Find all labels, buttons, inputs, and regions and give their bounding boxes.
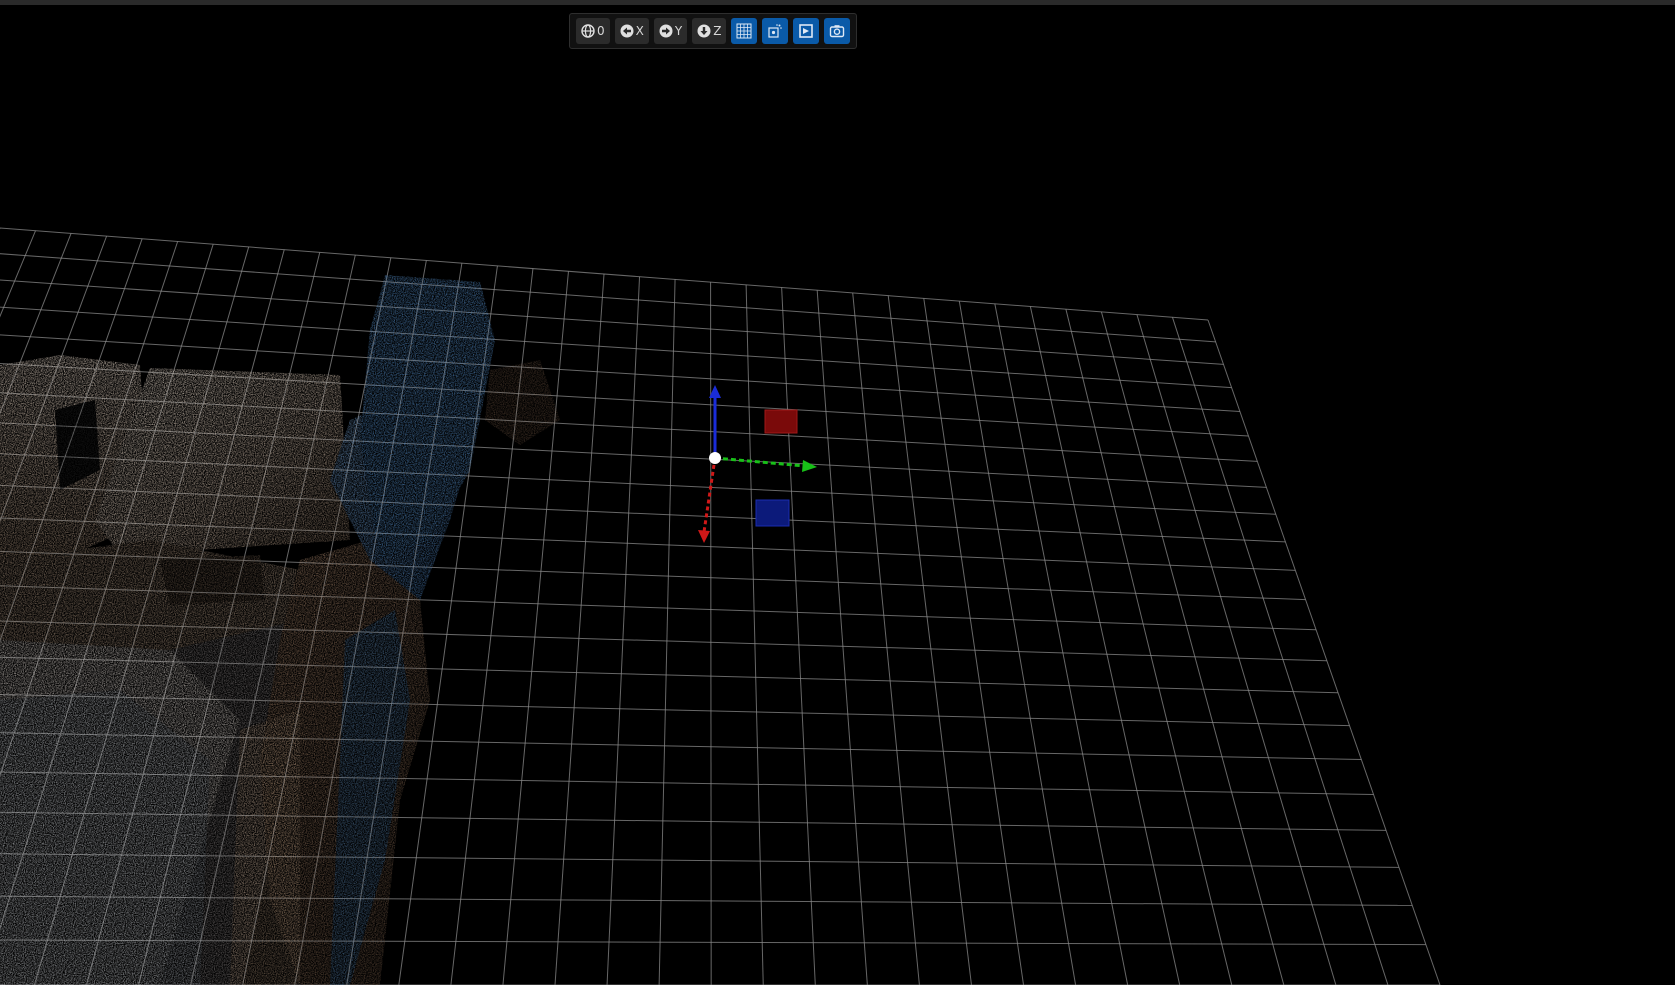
globe-icon <box>581 24 595 38</box>
view-z-label: Z <box>713 24 722 38</box>
view-y-button[interactable]: Y <box>653 18 688 44</box>
toggle-grid-button[interactable] <box>731 18 758 44</box>
point-cloud <box>0 275 560 985</box>
selection-box-icon <box>798 23 814 39</box>
camera-icon <box>829 23 845 39</box>
grid-pattern-icon <box>736 23 752 39</box>
point-cloud-scene[interactable] <box>0 0 1675 985</box>
viewer-toolbar: 0 X Y Z <box>569 13 858 49</box>
view-x-button[interactable]: X <box>614 18 649 44</box>
toggle-points-button[interactable] <box>762 18 789 44</box>
view-z-button[interactable]: Z <box>692 18 727 44</box>
points-cube-icon <box>767 23 783 39</box>
toggle-bbox-button[interactable] <box>793 18 820 44</box>
view-x-label: X <box>635 24 644 38</box>
arrow-circle-right-icon <box>659 24 673 38</box>
view-origin-button[interactable]: 0 <box>576 18 610 44</box>
transform-gizmo[interactable] <box>698 385 817 543</box>
view-origin-label: 0 <box>597 24 605 38</box>
view-y-label: Y <box>674 24 683 38</box>
arrow-circle-left-icon <box>620 24 634 38</box>
arrow-circle-down-icon <box>697 24 711 38</box>
screenshot-button[interactable] <box>824 18 851 44</box>
3d-viewport[interactable]: 0 X Y Z <box>0 0 1675 985</box>
